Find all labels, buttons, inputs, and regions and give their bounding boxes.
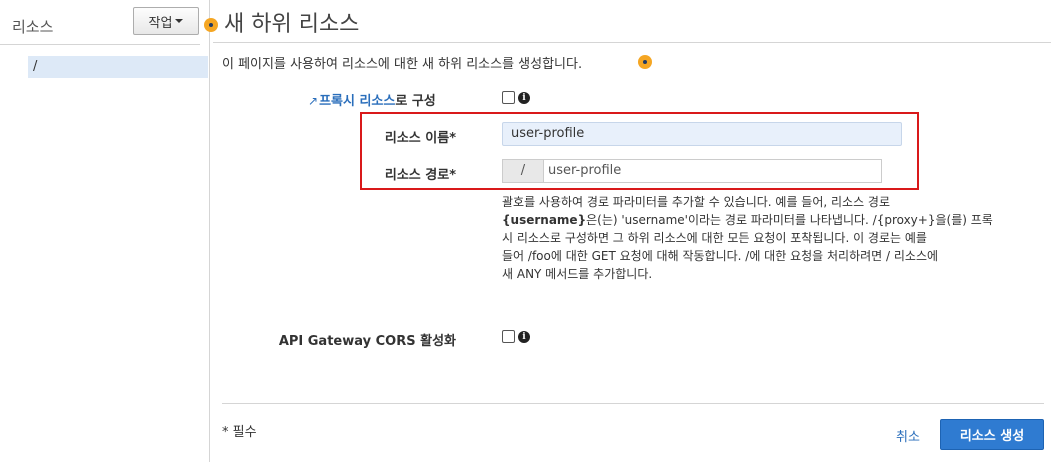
sidebar-title: 리소스 [12, 18, 54, 36]
cors-label: API Gateway CORS 활성화 [278, 334, 456, 349]
external-link-icon: ↗ [308, 94, 319, 108]
page-title: 새 하위 리소스 [224, 12, 360, 37]
actions-label: 작업 [148, 15, 173, 31]
create-resource-button[interactable]: 리소스 생성 [940, 419, 1044, 450]
resource-path-label: 리소스 경로* [384, 168, 456, 183]
intro-text: 이 페이지를 사용하여 리소스에 대한 새 하위 리소스를 생성합니다. [222, 53, 582, 72]
cors-checkbox[interactable] [502, 330, 515, 343]
resource-path-input[interactable]: user-profile [543, 159, 882, 183]
title-divider [213, 42, 1051, 43]
help-line-4: 들어 /foo에 대한 GET 요청에 대해 작동합니다. /에 대한 요청을 … [502, 249, 939, 263]
help-line-3: 시 리소스로 구성하면 그 하위 리소스에 대한 모든 요청이 포착됩니다. 이… [502, 231, 927, 245]
tree-item-root[interactable]: / [28, 56, 208, 78]
actions-dropdown-button[interactable]: 작업 [133, 7, 199, 35]
help-dot-icon[interactable] [204, 18, 218, 32]
create-resource-label: 리소스 생성 [959, 429, 1025, 444]
sidebar: 리소스 작업 / [0, 0, 210, 462]
help-line-2: 은(는) 'username'이라는 경로 파라미터를 나타냅니다. /{pro… [586, 213, 993, 227]
help-dot-icon[interactable] [638, 55, 652, 69]
intro-label: 이 페이지를 사용하여 리소스에 대한 새 하위 리소스를 생성합니다. [222, 57, 583, 72]
resource-name-input[interactable]: user-profile [502, 122, 902, 146]
help-line-1: 괄호를 사용하여 경로 파라미터를 추가할 수 있습니다. 예를 들어, 리소스… [502, 195, 891, 209]
info-icon[interactable]: i [518, 92, 530, 104]
proxy-resource-row: ↗프록시 리소스로 구성 [308, 90, 436, 109]
proxy-resource-link[interactable]: 프록시 리소스 [319, 94, 395, 109]
proxy-suffix-label: 로 구성 [395, 94, 436, 109]
help-bold-param: {username} [502, 213, 587, 227]
path-help-text: 괄호를 사용하여 경로 파라미터를 추가할 수 있습니다. 예를 들어, 리소스… [502, 193, 1042, 283]
proxy-resource-checkbox[interactable] [502, 91, 515, 104]
cancel-button[interactable]: 취소 [896, 426, 920, 445]
sidebar-divider [0, 44, 200, 45]
resource-path-prefix: / [502, 159, 543, 183]
help-line-5: 새 ANY 메서드를 추가합니다. [502, 267, 653, 281]
footer-divider [222, 403, 1044, 404]
info-icon[interactable]: i [518, 331, 530, 343]
required-note: * 필수 [222, 425, 257, 440]
chevron-down-icon [175, 19, 184, 23]
resource-name-label: 리소스 이름* [384, 131, 456, 146]
